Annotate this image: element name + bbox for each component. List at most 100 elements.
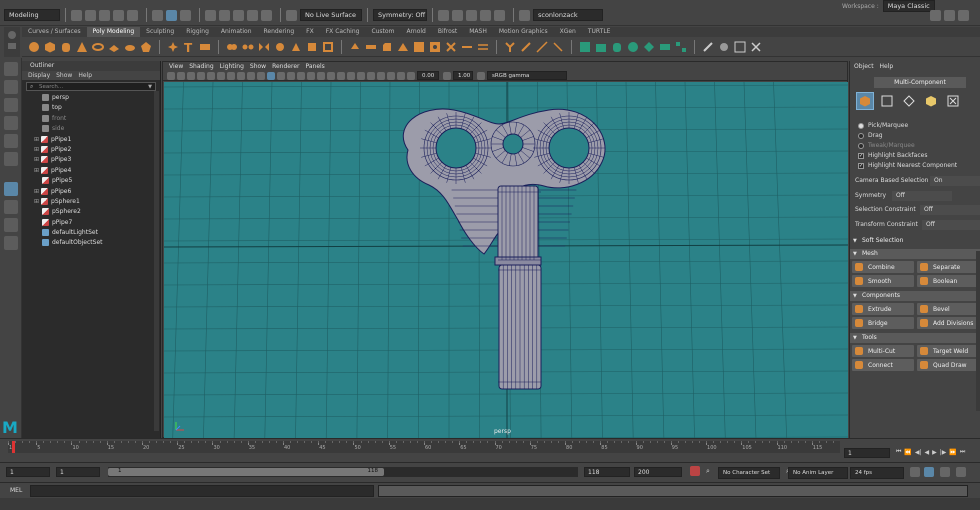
extrude-tool-icon[interactable] xyxy=(349,41,361,53)
isolate-select-icon[interactable] xyxy=(367,71,375,80)
viewport-scene[interactable]: persp xyxy=(164,82,848,439)
step-forward-frame-icon[interactable]: |▶ xyxy=(940,449,947,456)
shelf-tab-arnold[interactable]: Arnold xyxy=(400,27,431,37)
outliner-menu-show[interactable]: Show xyxy=(56,71,72,80)
setting-value-dropdown[interactable]: On xyxy=(930,176,980,186)
outliner-item[interactable]: ⊞ pPipe3 xyxy=(22,155,160,165)
make-hole-icon[interactable] xyxy=(429,41,441,53)
range-slider[interactable]: 1 118 xyxy=(108,467,578,477)
section-header-mesh[interactable]: Mesh xyxy=(850,249,980,259)
outliner-item[interactable]: ⊞ pPipe2 xyxy=(22,145,160,155)
screen-space-ao-icon[interactable] xyxy=(327,71,335,80)
end-time-field[interactable]: 200 xyxy=(634,467,682,477)
poly-sphere-icon[interactable] xyxy=(28,41,40,53)
step-back-key-icon[interactable]: ⏪ xyxy=(904,449,911,456)
bridge-tool-icon[interactable] xyxy=(365,41,377,53)
super-shape-icon[interactable] xyxy=(167,41,179,53)
expand-icon[interactable]: ⊞ xyxy=(34,198,39,205)
planar-map-icon[interactable] xyxy=(595,41,607,53)
poly-disc-icon[interactable] xyxy=(124,41,136,53)
snap-point-icon[interactable] xyxy=(233,9,244,21)
shelf-tab-mash[interactable]: MASH xyxy=(463,27,493,37)
redo-icon[interactable] xyxy=(127,9,138,21)
outliner-item[interactable]: pPipe5 xyxy=(22,176,160,186)
lasso-tool-icon[interactable] xyxy=(3,80,18,94)
go-to-end-icon[interactable]: ⏭ xyxy=(960,448,965,456)
open-scene-icon[interactable] xyxy=(85,9,96,21)
color-management-icon[interactable] xyxy=(477,71,485,80)
viewport-menu-view[interactable]: View xyxy=(169,62,183,71)
multi-cut-tool-icon[interactable] xyxy=(445,41,457,53)
select-component-icon[interactable] xyxy=(180,9,191,21)
checkbox-highlight-nearest-component[interactable]: ✓ Highlight Nearest Component xyxy=(850,161,980,171)
select-object-icon[interactable] xyxy=(166,9,177,21)
shelf-tab-rendering[interactable]: Rendering xyxy=(258,27,301,37)
boolean-button[interactable]: Boolean xyxy=(917,275,979,287)
offset-edge-loop-icon[interactable] xyxy=(477,41,489,53)
camera-attributes-icon[interactable] xyxy=(177,71,185,80)
soft-selection-header[interactable]: Soft Selection xyxy=(850,236,980,246)
unfold-uv-icon[interactable] xyxy=(659,41,671,53)
smooth-tool-icon[interactable] xyxy=(274,41,286,53)
select-tool-icon[interactable] xyxy=(3,62,18,76)
poly-torus-icon[interactable] xyxy=(92,41,104,53)
auto-key-icon[interactable] xyxy=(690,466,700,476)
insert-edge-loop-icon[interactable] xyxy=(461,41,473,53)
outliner-scrollbar[interactable] xyxy=(154,91,159,431)
outliner-item[interactable]: persp xyxy=(22,93,160,103)
command-language-label[interactable]: MEL xyxy=(10,487,22,494)
modeling-toolkit-icon[interactable] xyxy=(930,10,941,21)
soft-mod-icon[interactable] xyxy=(718,41,730,53)
combine-tool-icon[interactable] xyxy=(226,41,238,53)
default-material-icon[interactable] xyxy=(287,71,295,80)
safe-action-icon[interactable] xyxy=(257,71,265,80)
delete-history-icon[interactable] xyxy=(750,41,762,53)
fill-hole-icon[interactable] xyxy=(413,41,425,53)
type-tool-icon[interactable]: T xyxy=(183,41,195,55)
shelf-tab-motion-graphics[interactable]: Motion Graphics xyxy=(493,27,554,37)
shelf-tab-xgen[interactable]: XGen xyxy=(554,27,582,37)
sculpt-tool-icon[interactable] xyxy=(702,41,714,53)
shelf-tab-rigging[interactable]: Rigging xyxy=(180,27,215,37)
new-scene-icon[interactable] xyxy=(71,9,82,21)
start-time-field[interactable]: 1 xyxy=(6,467,50,477)
radio-tweak-marquee[interactable]: Tweak/Marquee xyxy=(850,141,980,151)
anti-aliasing-icon[interactable] xyxy=(347,71,355,80)
spherical-map-icon[interactable] xyxy=(627,41,639,53)
poly-plane-icon[interactable] xyxy=(108,41,120,53)
outliner-item[interactable]: pPipe7 xyxy=(22,218,160,228)
edge-mode-icon[interactable] xyxy=(900,92,918,110)
extrude-button[interactable]: Extrude xyxy=(852,303,914,315)
platonic-solid-icon[interactable] xyxy=(140,41,152,53)
face-mode-icon[interactable] xyxy=(922,92,940,110)
remesh-tool-icon[interactable] xyxy=(306,41,318,53)
step-back-frame-icon[interactable]: ◀| xyxy=(915,449,922,456)
expand-icon[interactable]: ⊞ xyxy=(34,146,39,153)
depth-of-field-icon[interactable] xyxy=(357,71,365,80)
select-camera-icon[interactable] xyxy=(167,71,175,80)
viewport-menu-renderer[interactable]: Renderer xyxy=(272,62,299,71)
outliner-item[interactable]: side xyxy=(22,124,160,134)
outliner-item[interactable]: top xyxy=(22,103,160,113)
outliner-item[interactable]: ⊞ pSphere1 xyxy=(22,197,160,207)
layout-uv-icon[interactable] xyxy=(675,41,687,53)
outliner-menu-display[interactable]: Display xyxy=(28,71,50,80)
mirror-tool-icon[interactable] xyxy=(258,41,270,53)
merge-tool-icon[interactable] xyxy=(504,41,516,53)
render-setup-icon[interactable] xyxy=(494,9,505,21)
radio-pick-marquee[interactable]: Pick/Marquee xyxy=(850,121,980,131)
current-frame-field[interactable]: 1 xyxy=(844,448,890,458)
playback-options-icon[interactable] xyxy=(940,467,950,477)
character-set-icon[interactable]: ⌕ xyxy=(706,467,710,476)
scale-tool-icon[interactable] xyxy=(3,152,18,166)
bookmarks-icon[interactable] xyxy=(187,71,195,80)
xray-components-icon[interactable] xyxy=(397,71,405,80)
expand-icon[interactable]: ⊞ xyxy=(34,136,39,143)
shelf-tab-curves-surfaces[interactable]: Curves / Surfaces xyxy=(22,27,87,37)
viewport-menu-show[interactable]: Show xyxy=(250,62,266,71)
outliner-item[interactable]: ⊞ pPipe1 xyxy=(22,135,160,145)
character-set-dropdown[interactable]: No Character Set xyxy=(718,467,780,479)
ipr-render-icon[interactable] xyxy=(452,9,463,21)
shelf-tab-sculpting[interactable]: Sculpting xyxy=(140,27,180,37)
rotate-tool-icon[interactable] xyxy=(3,134,18,148)
